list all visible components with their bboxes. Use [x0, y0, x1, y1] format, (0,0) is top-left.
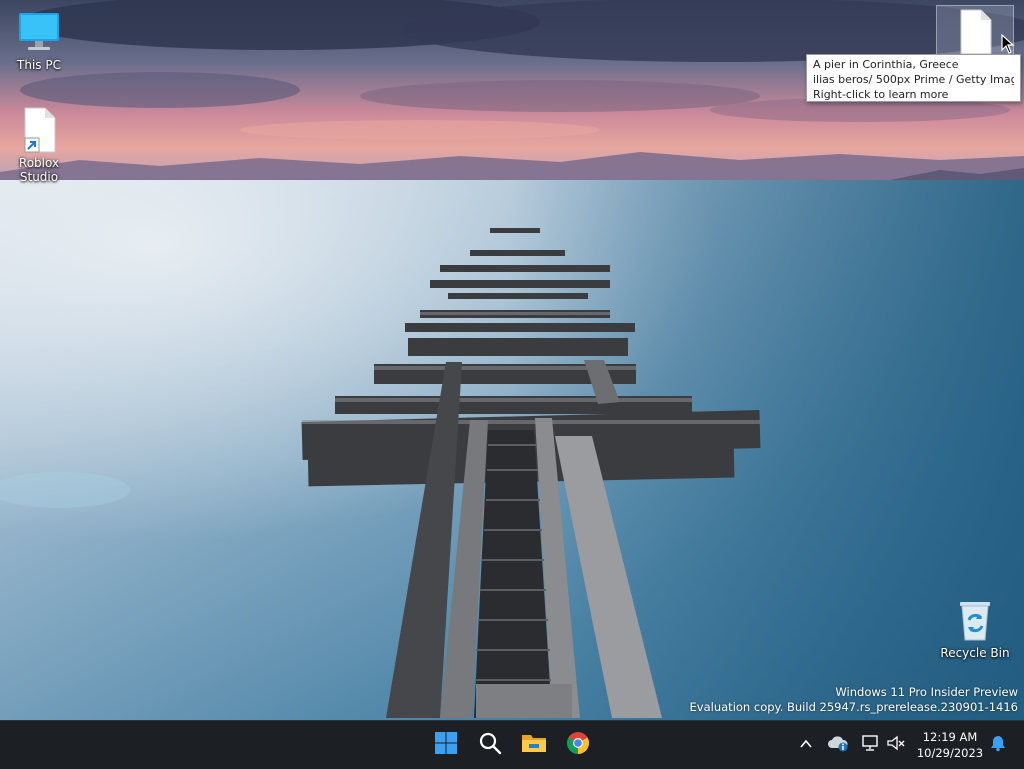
desktop-icon-label: Roblox Studio — [18, 156, 60, 184]
tooltip-line-hint: Right-click to learn more — [813, 88, 949, 101]
search-icon — [478, 731, 502, 759]
chrome-icon — [566, 731, 590, 759]
chrome-button[interactable] — [558, 725, 598, 765]
file-explorer-button[interactable] — [514, 725, 554, 765]
taskbar: 12:19 AM 10/29/2023 — [0, 720, 1024, 769]
onedrive-icon — [827, 734, 849, 756]
notification-center-button[interactable] — [986, 733, 1010, 757]
clock-time: 12:19 AM — [922, 730, 978, 744]
windows-logo-icon — [434, 731, 458, 759]
desktop-icon-this-pc[interactable]: This PC — [0, 8, 78, 72]
wallpaper-info-tooltip: A pier in Corinthia, Greece ilias beros/… — [806, 54, 1021, 102]
desktop-icon-label: This PC — [17, 58, 61, 72]
clock-date: 10/29/2023 — [916, 746, 984, 760]
mouse-cursor-icon — [1001, 33, 1015, 58]
desktop-wallpaper — [0, 0, 1024, 720]
volume-muted-icon — [886, 734, 906, 756]
volume-tray-button[interactable] — [884, 733, 908, 757]
desktop-icon-label: Recycle Bin — [940, 646, 1010, 660]
shortcut-file-icon — [15, 106, 63, 154]
network-tray-button[interactable] — [858, 733, 882, 757]
search-button[interactable] — [470, 725, 510, 765]
watermark-build: Evaluation copy. Build 25947.rs_prerelea… — [689, 700, 1018, 714]
notification-bell-icon — [989, 734, 1007, 756]
tooltip-line-credit: ilias beros/ 500px Prime / Getty Images — [813, 73, 1014, 86]
network-icon — [860, 734, 880, 756]
monitor-icon — [15, 8, 63, 56]
watermark-edition: Windows 11 Pro Insider Preview — [835, 685, 1018, 699]
show-hidden-icons-button[interactable] — [794, 733, 818, 757]
desktop-icon-recycle-bin[interactable]: Recycle Bin — [936, 596, 1014, 660]
desktop-icon-roblox-studio[interactable]: Roblox Studio — [0, 106, 78, 184]
windows-evaluation-watermark: Windows 11 Pro Insider Preview Evaluatio… — [690, 685, 1018, 715]
file-icon — [959, 9, 993, 59]
recycle-bin-icon — [951, 596, 999, 644]
chevron-up-icon — [799, 736, 813, 755]
taskbar-clock[interactable]: 12:19 AM 10/29/2023 — [914, 729, 986, 761]
start-button[interactable] — [426, 725, 466, 765]
onedrive-tray-button[interactable] — [826, 733, 850, 757]
tooltip-line-location: A pier in Corinthia, Greece — [813, 58, 959, 71]
folder-icon — [521, 731, 547, 759]
